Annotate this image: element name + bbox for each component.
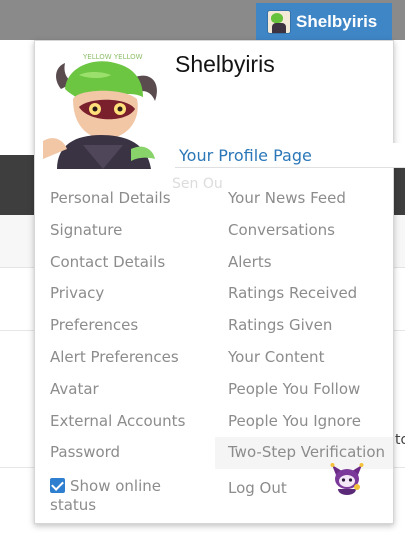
menu-item-personal-details[interactable]: Personal Details: [50, 183, 185, 215]
menu-item-people-you-ignore[interactable]: People You Ignore: [228, 406, 393, 438]
menu-item-news-feed[interactable]: Your News Feed: [228, 183, 393, 215]
account-activity-column: Your News Feed Conversations Alerts Rati…: [215, 183, 393, 505]
show-online-status-checkbox[interactable]: [50, 478, 65, 493]
user-account-tab[interactable]: Shelbyiris: [256, 3, 392, 40]
user-tab-username: Shelbyiris: [296, 11, 378, 31]
avatar-caption: YELLOW YELLOW: [82, 53, 143, 61]
menu-item-signature[interactable]: Signature: [50, 215, 185, 247]
menu-item-avatar[interactable]: Avatar: [50, 374, 185, 406]
menu-item-ratings-received[interactable]: Ratings Received: [228, 278, 393, 310]
show-online-status-label: Show online status: [50, 477, 161, 514]
user-avatar-small: [268, 10, 290, 33]
menu-item-your-content[interactable]: Your Content: [228, 342, 393, 374]
menu-item-alert-preferences[interactable]: Alert Preferences: [50, 342, 185, 374]
account-dropdown-menu: YELLOW YELLOW Shelbyiris Sen Ou Your Pro…: [34, 40, 405, 524]
account-settings-column: Personal Details Signature Contact Detai…: [50, 183, 185, 469]
top-navigation-bar: Shelbyiris: [0, 0, 405, 40]
menu-item-log-out[interactable]: Log Out: [228, 473, 393, 505]
avatar-image: YELLOW YELLOW: [43, 49, 163, 169]
menu-item-contact-details[interactable]: Contact Details: [50, 247, 185, 279]
menu-item-ratings-given[interactable]: Ratings Given: [228, 310, 393, 342]
your-profile-page-link[interactable]: Your Profile Page: [175, 143, 405, 168]
account-display-name: Shelbyiris: [175, 51, 275, 77]
show-online-status-toggle[interactable]: Show online status: [50, 477, 190, 515]
menu-item-external-accounts[interactable]: External Accounts: [50, 406, 185, 438]
menu-item-alerts[interactable]: Alerts: [228, 247, 393, 279]
user-avatar-large[interactable]: YELLOW YELLOW: [43, 49, 163, 169]
menu-item-people-you-follow[interactable]: People You Follow: [228, 374, 393, 406]
menu-item-password[interactable]: Password: [50, 437, 185, 469]
page-background-text: to: [395, 432, 405, 448]
menu-item-preferences[interactable]: Preferences: [50, 310, 185, 342]
menu-item-conversations[interactable]: Conversations: [228, 215, 393, 247]
menu-item-privacy[interactable]: Privacy: [50, 278, 185, 310]
menu-item-two-step-verification[interactable]: Two-Step Verification: [215, 437, 393, 470]
jester-cat-icon: [330, 463, 364, 495]
